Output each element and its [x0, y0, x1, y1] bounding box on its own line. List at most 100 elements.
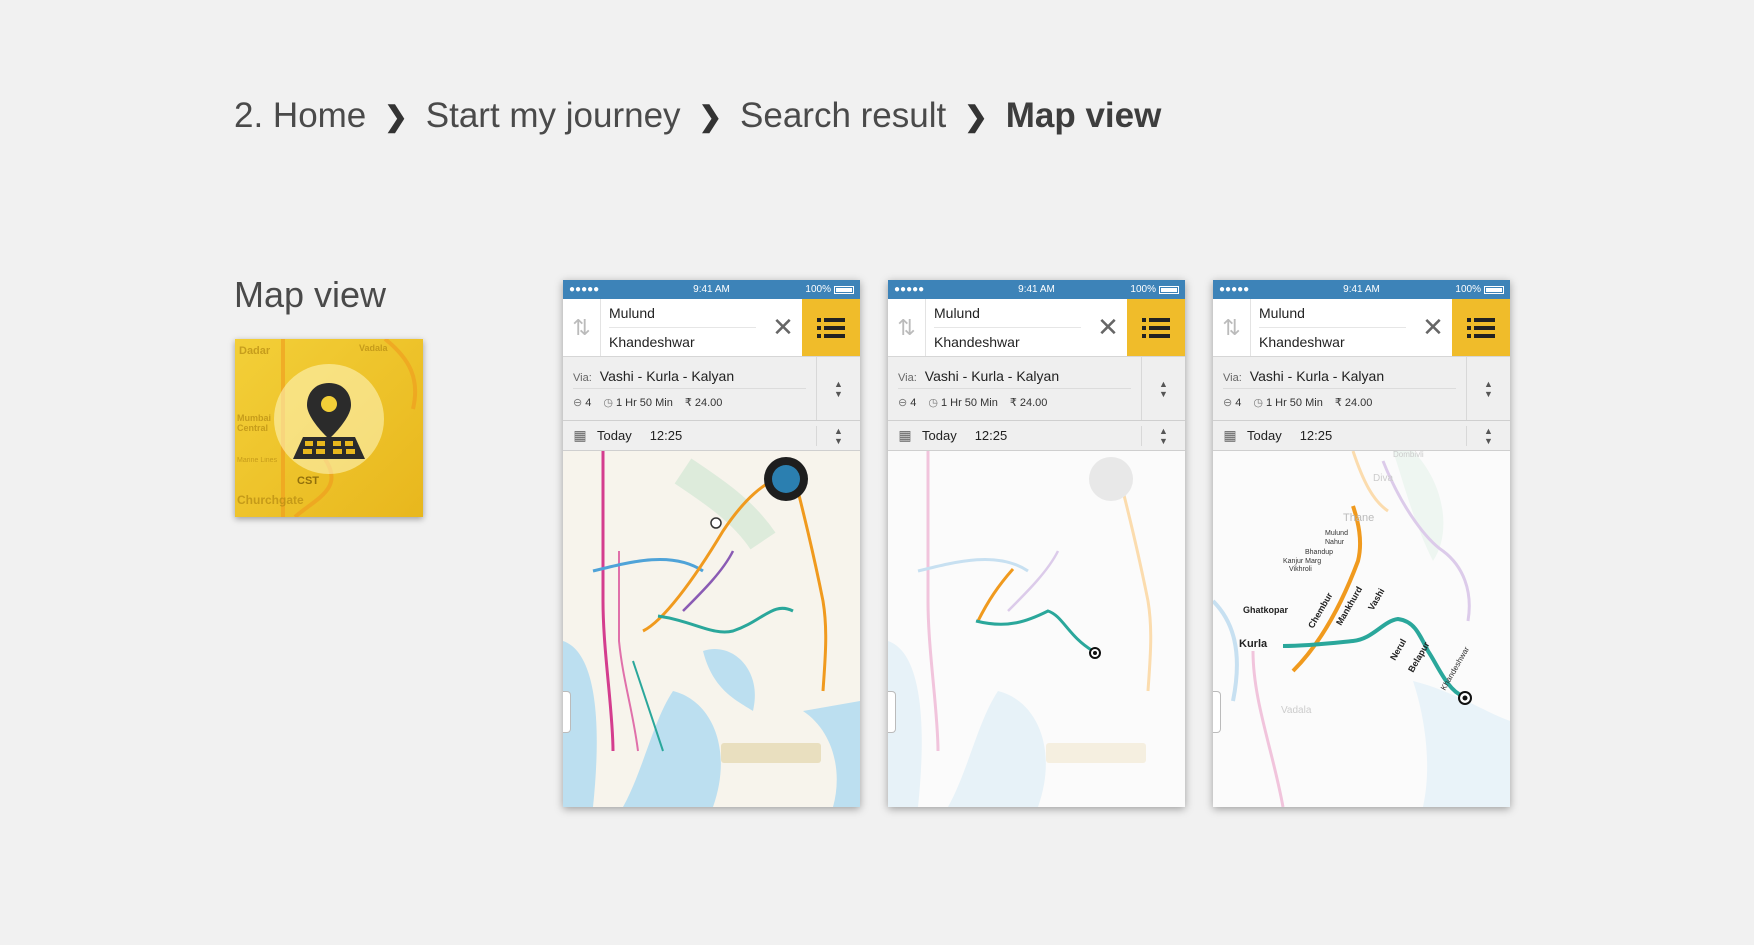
via-label: Via: — [898, 372, 917, 384]
station-label: Bhandup — [1305, 549, 1333, 556]
battery-icon — [1484, 285, 1504, 294]
to-field[interactable]: Khandeshwar — [1259, 327, 1406, 355]
route-summary[interactable]: Via: Vashi - Kurla - Kalyan ⊖ 4 ◷ 1 Hr 50 M… — [888, 357, 1185, 421]
date-row[interactable]: ▦ Today 12:25 ▲ ▼ — [1213, 421, 1510, 451]
station-label: Nahur — [1325, 539, 1345, 546]
signal-icon: ●●●●● — [894, 284, 925, 295]
breadcrumb-home[interactable]: 2. Home — [234, 96, 366, 136]
breadcrumb-search-result[interactable]: Search result — [740, 96, 946, 136]
app-icon: Dadar Vadala Mumbai Central CST Churchga… — [235, 339, 423, 517]
icon-label: Dadar — [239, 345, 271, 357]
date-row[interactable]: ▦ Today 12:25 ▲ ▼ — [563, 421, 860, 451]
battery-icon — [1159, 285, 1179, 294]
route-summary[interactable]: Via: Vashi - Kurla - Kalyan ⊖ 4 ◷ 1 Hr 50 M… — [563, 357, 860, 421]
section-title: Map view — [234, 274, 387, 315]
date-row[interactable]: ▦ Today 12:25 ▲ ▼ — [888, 421, 1185, 451]
battery-percent: 100% — [805, 284, 831, 295]
station-label: Vadala — [1281, 705, 1312, 716]
drawer-handle[interactable] — [888, 691, 896, 733]
phone-screen-zoomed-map: ●●●●● 9:41 AM 100% ⇅ Mulund Khandeshwar … — [1213, 280, 1510, 807]
station-label: Ghatkopar — [1243, 605, 1289, 615]
battery: 100% — [805, 284, 854, 295]
train-icon: ⊖ — [1223, 396, 1233, 409]
breadcrumb: 2. Home ❯ Start my journey ❯ Search resu… — [234, 96, 1161, 136]
changes-count: 4 — [1235, 396, 1242, 409]
station-label: Kurla — [1239, 638, 1268, 650]
drawer-handle[interactable] — [1213, 691, 1221, 733]
list-icon — [817, 317, 845, 338]
time-value: 12:25 — [1299, 428, 1333, 443]
from-field[interactable]: Mulund — [1259, 299, 1406, 327]
swap-icon[interactable]: ⇅ — [1213, 299, 1251, 356]
calendar-icon: ▦ — [573, 427, 587, 443]
close-icon[interactable]: ✕ — [764, 299, 802, 356]
station-label: Kanjur Marg — [1283, 558, 1321, 565]
battery: 100% — [1130, 284, 1179, 295]
via-label: Via: — [1223, 372, 1242, 384]
station-label: Diva — [1373, 473, 1393, 484]
train-icon: ⊖ — [898, 396, 908, 409]
close-icon[interactable]: ✕ — [1089, 299, 1127, 356]
metro-map[interactable]: Thane Ghatkopar Kurla Chembur Mankhurd V… — [1213, 451, 1510, 807]
battery: 100% — [1455, 284, 1504, 295]
signal-icon: ●●●●● — [1219, 284, 1250, 295]
route-summary[interactable]: Via: Vashi - Kurla - Kalyan ⊖ 4 ◷ 1 Hr 50 M… — [1213, 357, 1510, 421]
chevron-right-icon: ❯ — [384, 100, 408, 132]
calendar-icon: ▦ — [1223, 427, 1237, 443]
metro-map[interactable] — [888, 451, 1185, 807]
station-label: Mulund — [1325, 530, 1348, 537]
phone-screen-full-map: ●●●●● 9:41 AM 100% ⇅ Mulund Khandeshwar … — [563, 280, 860, 807]
changes-count: 4 — [585, 396, 592, 409]
expand-icon[interactable]: ▲ ▼ — [816, 357, 860, 420]
expand-icon[interactable]: ▲ ▼ — [1466, 425, 1510, 446]
expand-icon[interactable]: ▲ ▼ — [1141, 425, 1185, 446]
battery-percent: 100% — [1130, 284, 1156, 295]
date-value: Today — [1247, 428, 1282, 443]
date-value: Today — [597, 428, 632, 443]
icon-label: Churchgate — [237, 493, 304, 507]
expand-icon[interactable]: ▲ ▼ — [1466, 357, 1510, 420]
clock-icon: ◷ — [928, 396, 938, 409]
status-time: 9:41 AM — [1018, 284, 1055, 295]
list-icon — [1142, 317, 1170, 338]
fare: ₹ 24.00 — [1009, 396, 1048, 409]
station-label: Dombivli — [1393, 451, 1424, 459]
to-field[interactable]: Khandeshwar — [609, 327, 756, 355]
swap-icon[interactable]: ⇅ — [888, 299, 926, 356]
time-value: 12:25 — [649, 428, 683, 443]
expand-icon[interactable]: ▲ ▼ — [816, 425, 860, 446]
breadcrumb-start-journey[interactable]: Start my journey — [426, 96, 681, 136]
status-bar: ●●●●● 9:41 AM 100% — [888, 280, 1185, 299]
calendar-icon: ▦ — [898, 427, 912, 443]
via-label: Via: — [573, 372, 592, 384]
duration: 1 Hr 50 Min — [1265, 396, 1323, 409]
list-view-button[interactable] — [1127, 299, 1185, 356]
icon-label: Vadala — [359, 343, 388, 353]
signal-icon: ●●●●● — [569, 284, 600, 295]
search-bar: ⇅ Mulund Khandeshwar ✕ — [1213, 299, 1510, 357]
icon-label: CST — [297, 475, 319, 487]
station-label: Thane — [1343, 512, 1374, 524]
chevron-right-icon: ❯ — [964, 100, 988, 132]
train-icon: ⊖ — [573, 396, 583, 409]
list-view-button[interactable] — [1452, 299, 1510, 356]
status-bar: ●●●●● 9:41 AM 100% — [563, 280, 860, 299]
list-view-button[interactable] — [802, 299, 860, 356]
status-time: 9:41 AM — [1343, 284, 1380, 295]
search-bar: ⇅ Mulund Khandeshwar ✕ — [563, 299, 860, 357]
from-field[interactable]: Mulund — [934, 299, 1081, 327]
changes-count: 4 — [910, 396, 917, 409]
map-pin-icon — [293, 383, 365, 459]
chevron-right-icon: ❯ — [698, 100, 723, 132]
duration: 1 Hr 50 Min — [615, 396, 673, 409]
metro-map[interactable] — [563, 451, 860, 807]
list-icon — [1467, 317, 1495, 338]
swap-icon[interactable]: ⇅ — [563, 299, 601, 356]
to-field[interactable]: Khandeshwar — [934, 327, 1081, 355]
expand-icon[interactable]: ▲ ▼ — [1141, 357, 1185, 420]
from-field[interactable]: Mulund — [609, 299, 756, 327]
fare: ₹ 24.00 — [684, 396, 723, 409]
drawer-handle[interactable] — [563, 691, 571, 733]
via-route: Vashi - Kurla - Kalyan — [924, 368, 1060, 384]
close-icon[interactable]: ✕ — [1414, 299, 1452, 356]
